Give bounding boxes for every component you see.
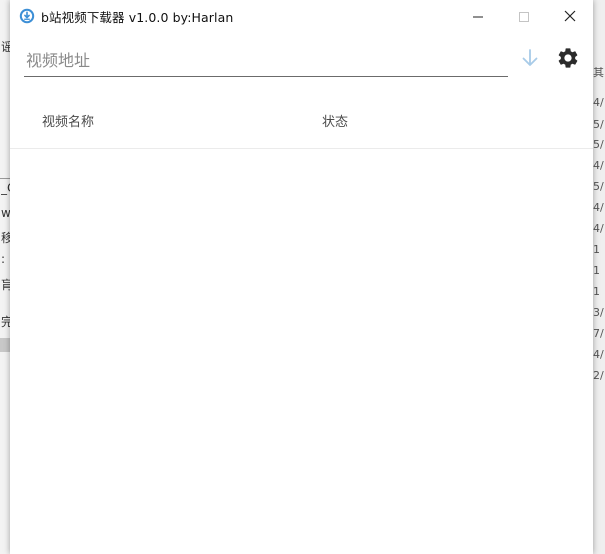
window-title: b站视频下载器 v1.0.0 by:Harlan [41,9,234,25]
toolbar [10,32,593,92]
background-divider [0,338,10,352]
background-text: 1 [593,264,600,277]
download-list-header: 视频名称 状态 [10,100,593,149]
video-url-input[interactable] [24,46,512,74]
background-text: 1 [593,243,600,256]
background-text: 5/ [593,180,604,193]
app-logo-icon [19,8,35,24]
background-text: _C [1,181,10,195]
background-text: 3/ [593,306,604,319]
minimize-button[interactable] [455,0,501,32]
url-field [24,46,512,77]
background-text: 移 [1,231,10,245]
arrow-down-icon [518,49,542,74]
background-text: 4/ [593,159,604,172]
background-text: 其 [593,66,604,79]
background-text: 完 [1,315,10,329]
background-divider [0,178,10,179]
background-text: 2/ [593,369,604,382]
download-list[interactable] [10,149,593,554]
background-text: 4/ [593,222,604,235]
settings-button[interactable] [556,46,580,70]
gear-icon [556,48,580,74]
maximize-button[interactable] [501,0,547,32]
background-text: 谣 [1,40,10,54]
background-window-right: 其 4/ 5/ 5/ 4/ 5/ 4/ 4/ 1 1 1 3/ 7/ 4/ 2/ [593,0,605,554]
download-button[interactable] [518,46,542,70]
background-text: 4/ [593,96,604,109]
column-header-status: 状态 [322,115,349,130]
background-text: 1 [593,285,600,298]
background-text: 肓 [1,278,10,292]
close-button[interactable] [547,0,593,32]
app-window: b站视频下载器 v1.0.0 by:Harlan 视频地址 视频名称 状态 [10,0,593,554]
background-text: 7/ [593,327,604,340]
minimize-icon [473,7,483,26]
background-text: w [1,206,10,220]
column-header-video-name: 视频名称 [42,115,95,130]
background-text: 5/ [593,138,604,151]
window-controls [455,0,593,32]
background-text: : [1,252,6,266]
maximize-icon [519,7,529,26]
title-bar[interactable]: b站视频下载器 v1.0.0 by:Harlan [10,0,593,32]
background-text: 5/ [593,118,604,131]
background-text: 4/ [593,201,604,214]
background-text: 4/ [593,348,604,361]
close-icon [564,7,576,26]
